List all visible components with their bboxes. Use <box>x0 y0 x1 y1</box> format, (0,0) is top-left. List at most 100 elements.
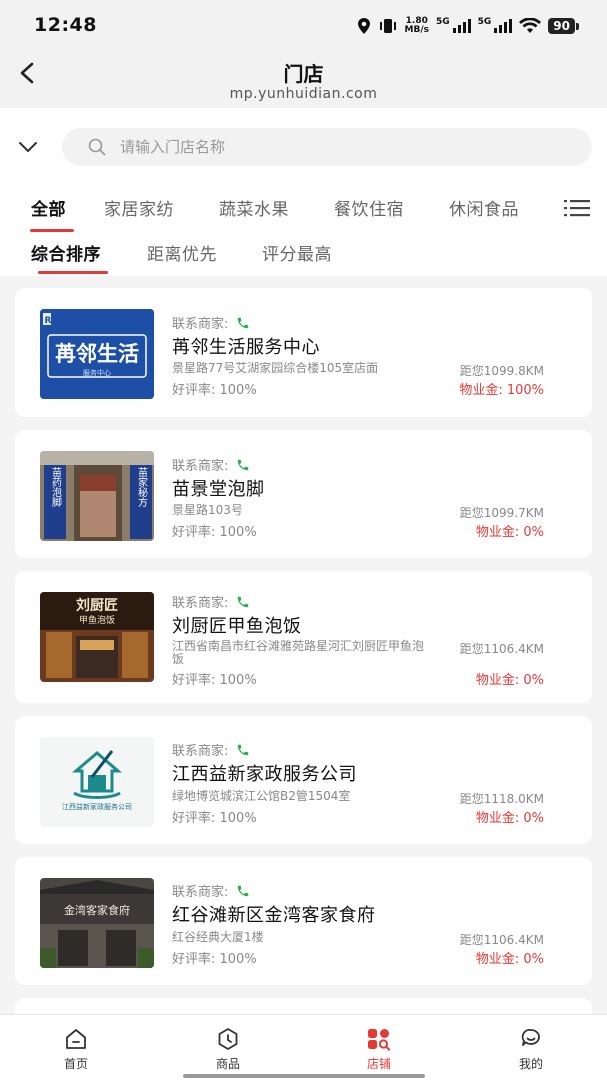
thumb-corner-mark: R <box>45 316 52 326</box>
thumb-left-sign: 苗药泡脚 <box>50 467 62 508</box>
bottom-nav: 首页 商品 店铺 我的 <box>0 1014 607 1081</box>
store-property-fee: 物业金: 0% <box>475 952 544 967</box>
thumb-logo-text: 苒邻生活 <box>55 342 139 366</box>
category-tab-indicator <box>30 229 74 232</box>
store-distance: 距您1099.8KM <box>459 364 544 378</box>
store-thumbnail: 刘厨匠 甲鱼泡饭 <box>40 592 154 682</box>
status-icons: 1.80 MB/s 5G 5G 90 <box>357 16 579 35</box>
battery-indicator: 90 <box>548 18 579 34</box>
store-property-fee: 物业金: 0% <box>475 525 544 540</box>
search-bar[interactable] <box>62 128 592 166</box>
category-tab-snacks[interactable]: 休闲食品 <box>449 195 519 220</box>
phone-icon[interactable] <box>236 595 250 609</box>
store-name: 红谷滩新区金湾客家食府 <box>172 905 376 926</box>
vibrate-icon <box>379 19 396 33</box>
sort-tab-distance[interactable]: 距离优先 <box>147 240 217 265</box>
phone-icon[interactable] <box>236 743 250 757</box>
page-title: 门店 <box>283 62 324 86</box>
contact-merchant[interactable]: 联系商家: <box>172 455 250 474</box>
store-rating: 好评率: 100% <box>172 811 257 826</box>
profile-icon <box>491 1027 571 1051</box>
store-address: 绿地博览城滨江公馆B2管1504室 <box>172 789 351 803</box>
store-card[interactable]: R 苒邻生活 服务中心 联系商家: 苒邻生活服务中心 景星路77号艾湖家园综合楼… <box>15 288 592 417</box>
store-distance: 距您1106.4KM <box>459 642 544 656</box>
collapse-button[interactable] <box>16 135 40 159</box>
store-property-fee: 物业金: 0% <box>475 673 544 688</box>
thumb-right-sign: 苗家秘方 <box>136 467 148 508</box>
category-tabs: 全部 家居家纺 蔬菜水果 餐饮住宿 休闲食品 <box>0 195 607 225</box>
header: 门店 mp.yunhuidian.com <box>0 54 607 108</box>
store-rating: 好评率: 100% <box>172 952 257 967</box>
signal-label-2: 5G <box>477 16 492 27</box>
contact-merchant[interactable]: 联系商家: <box>172 592 250 611</box>
search-input[interactable] <box>118 137 542 157</box>
store-distance: 距您1099.7KM <box>459 506 544 520</box>
sort-tab-overall[interactable]: 综合排序 <box>31 240 101 265</box>
store-name: 刘厨匠甲鱼泡饭 <box>172 616 302 637</box>
phone-icon[interactable] <box>236 316 250 330</box>
store-rating: 好评率: 100% <box>172 525 257 540</box>
store-thumbnail: 金湾客家食府 <box>40 878 154 968</box>
contact-label: 联系商家: <box>172 596 229 611</box>
contact-merchant[interactable]: 联系商家: <box>172 881 250 900</box>
store-distance: 距您1106.4KM <box>459 933 544 947</box>
thumb-sign-sub: 甲鱼泡饭 <box>79 614 115 626</box>
nav-profile[interactable]: 我的 <box>491 1027 571 1072</box>
store-property-fee: 物业金: 0% <box>475 811 544 826</box>
category-tab-dining-lodging[interactable]: 餐饮住宿 <box>334 195 404 220</box>
sort-tab-indicator <box>38 271 108 274</box>
contact-label: 联系商家: <box>172 885 229 900</box>
thumb-sign-text: 金湾客家食府 <box>64 903 130 917</box>
nav-home[interactable]: 首页 <box>36 1027 116 1072</box>
store-address: 景星路77号艾湖家园综合楼105室店面 <box>172 361 379 375</box>
nav-store[interactable]: 店铺 <box>339 1027 419 1072</box>
contact-label: 联系商家: <box>172 459 229 474</box>
nav-home-label: 首页 <box>63 1057 88 1071</box>
phone-icon[interactable] <box>236 884 250 898</box>
contact-merchant[interactable]: 联系商家: <box>172 313 250 332</box>
thumb-logo-sub: 服务中心 <box>83 368 111 377</box>
nav-goods[interactable]: 商品 <box>188 1027 268 1072</box>
store-card[interactable]: 金湾客家食府 联系商家: 红谷滩新区金湾客家食府 红谷经典大厦1楼 距您1106… <box>15 857 592 985</box>
store-rating: 好评率: 100% <box>172 383 257 398</box>
contact-merchant[interactable]: 联系商家: <box>172 740 250 759</box>
wifi-icon <box>519 18 542 33</box>
chevron-down-icon <box>19 142 37 152</box>
list-menu-icon <box>564 200 590 217</box>
location-icon <box>357 18 370 34</box>
page-url: mp.yunhuidian.com <box>229 86 378 102</box>
nav-goods-label: 商品 <box>215 1057 240 1071</box>
net-speed-unit: MB/s <box>404 25 429 35</box>
store-distance: 距您1118.0KM <box>459 792 544 806</box>
store-property-fee: 物业金: 100% <box>459 383 544 398</box>
signal-label-1: 5G <box>435 16 450 27</box>
store-thumbnail: 苗药泡脚 苗家秘方 <box>40 451 154 541</box>
category-tab-home-textiles[interactable]: 家居家纺 <box>104 195 174 220</box>
thumb-logo-text: 江西益新家政服务公司 <box>62 802 132 811</box>
category-tab-all[interactable]: 全部 <box>31 195 66 220</box>
nav-profile-label: 我的 <box>518 1057 543 1071</box>
category-tab-vegetables-fruits[interactable]: 蔬菜水果 <box>219 195 289 220</box>
store-card[interactable]: 江西益新家政服务公司 联系商家: 江西益新家政服务公司 绿地博览城滨江公馆B2管… <box>15 716 592 844</box>
store-name: 苗景堂泡脚 <box>172 479 265 500</box>
store-address: 红谷经典大厦1楼 <box>172 930 264 944</box>
store-name: 苒邻生活服务中心 <box>172 337 320 358</box>
store-rating: 好评率: 100% <box>172 673 257 688</box>
thumb-sign-text: 刘厨匠 <box>76 597 118 614</box>
home-indicator[interactable] <box>183 1074 425 1078</box>
status-time: 12:48 <box>34 14 97 36</box>
nav-store-label: 店铺 <box>366 1057 391 1071</box>
category-menu-button[interactable] <box>564 198 590 218</box>
sort-tabs: 综合排序 距离优先 评分最高 <box>0 240 607 270</box>
signal-icon-2 <box>494 19 513 33</box>
store-icon <box>339 1027 419 1051</box>
sort-tab-rating[interactable]: 评分最高 <box>262 240 332 265</box>
phone-icon[interactable] <box>236 458 250 472</box>
store-card[interactable]: 刘厨匠 甲鱼泡饭 联系商家: 刘厨匠甲鱼泡饭 江西省南昌市红谷滩雅苑路星河汇刘厨… <box>15 571 592 703</box>
net-speed: 1.80 MB/s <box>405 17 429 35</box>
goods-icon <box>188 1027 268 1051</box>
store-card[interactable]: 苗药泡脚 苗家秘方 联系商家: 苗景堂泡脚 景星路103号 距您1099.7KM… <box>15 430 592 558</box>
contact-label: 联系商家: <box>172 744 229 759</box>
signal-icon <box>452 19 471 33</box>
store-address: 江西省南昌市红谷滩雅苑路星河汇刘厨匠甲鱼泡饭 <box>172 639 425 666</box>
